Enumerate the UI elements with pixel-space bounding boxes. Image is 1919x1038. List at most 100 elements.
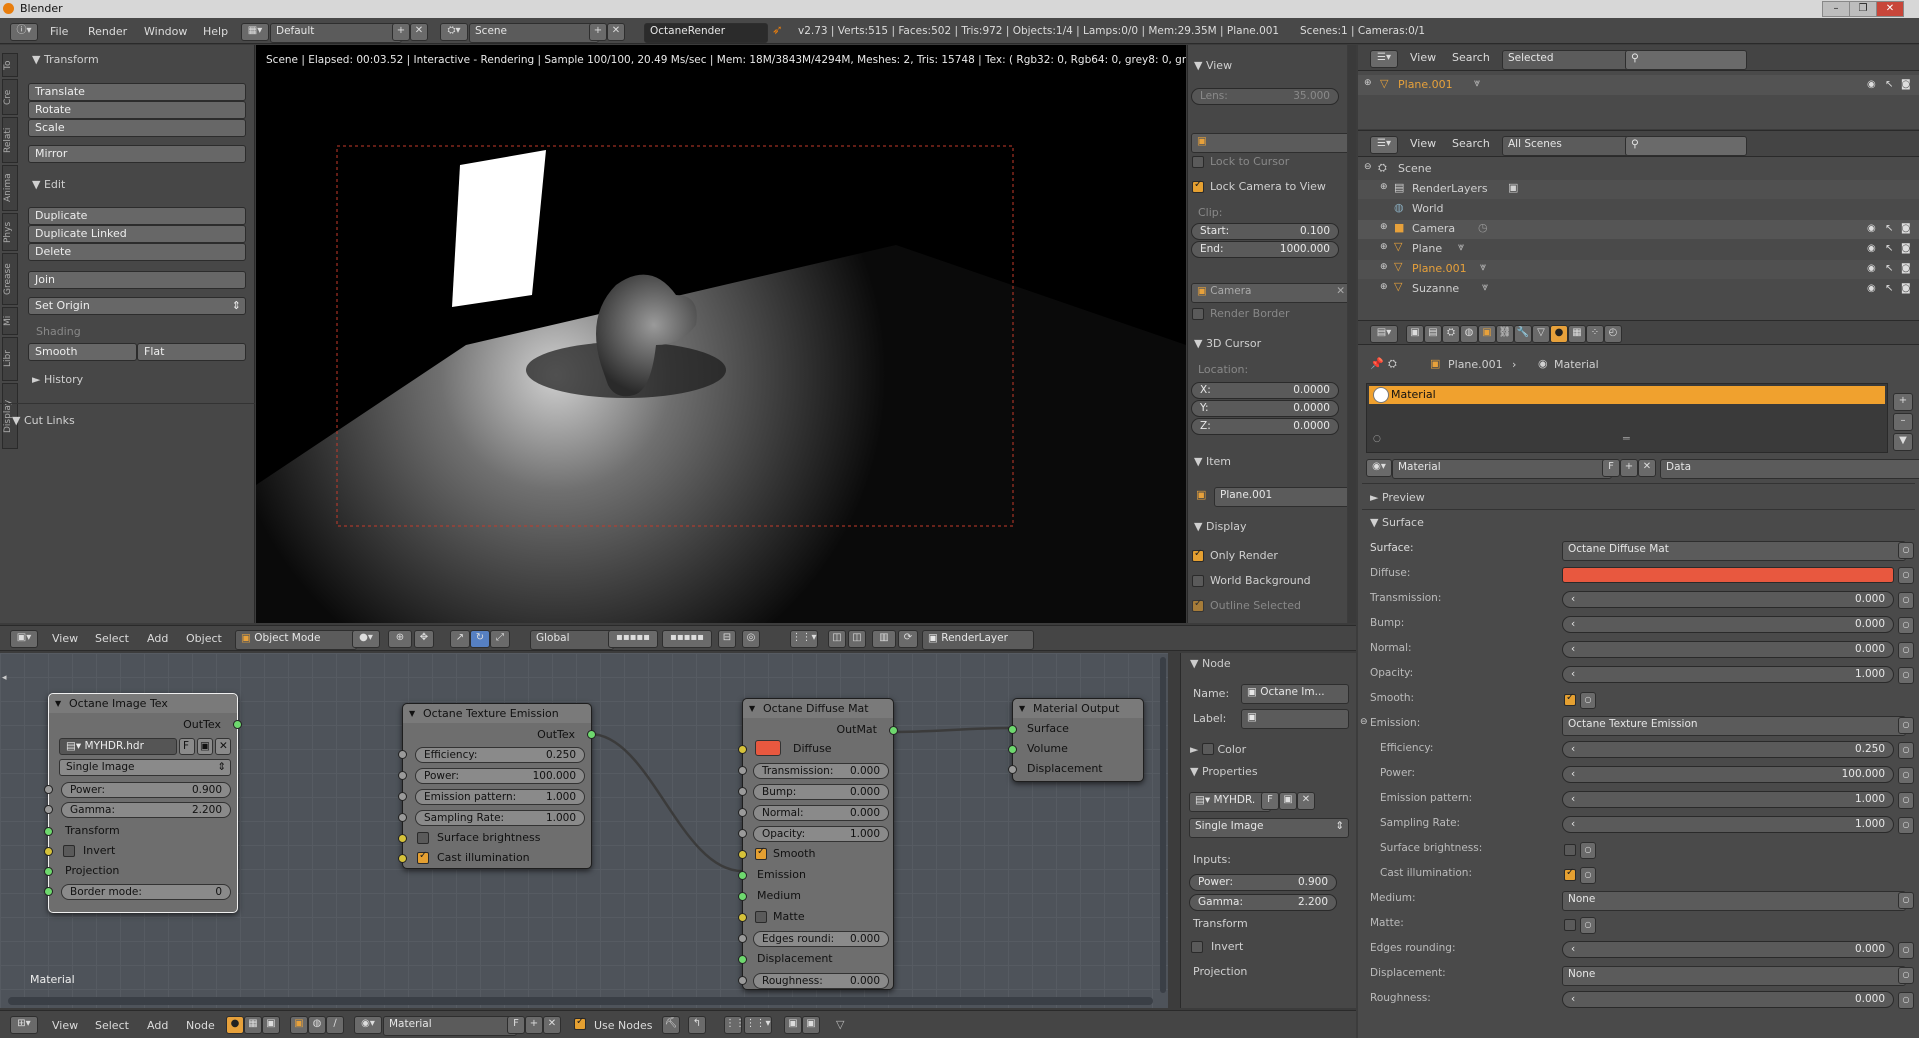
interaction-mode-selector[interactable]: ▣ Object Mode (235, 630, 357, 650)
item-panel-header[interactable]: ▼ Item (1194, 455, 1231, 468)
decrement-arrow-icon[interactable]: ‹ (1571, 767, 1575, 782)
display-panel-header[interactable]: ▼ Display (1194, 520, 1247, 533)
snap-element-icon[interactable]: ⋮⋮▾ (790, 630, 818, 648)
smooth-button[interactable]: Smooth (28, 343, 137, 361)
outliner-editor-icon[interactable]: ☰▾ (1370, 50, 1398, 68)
link-socket-icon[interactable]: ○ (1898, 667, 1914, 684)
tree-label[interactable]: World (1412, 202, 1444, 215)
decrement-arrow-icon[interactable]: ‹ (1571, 667, 1575, 682)
transmission-slider[interactable]: Transmission: 0.000 (753, 763, 889, 779)
visibility-eye-icon[interactable]: ◉ (1867, 283, 1876, 294)
breadcrumb-material[interactable]: Material (1554, 358, 1599, 371)
physics-tab-icon[interactable]: ◴ (1604, 325, 1622, 343)
texture-tab-icon[interactable]: ▦ (1568, 325, 1586, 343)
screen-layout-icon[interactable]: ▦▾ (241, 23, 269, 41)
visibility-eye-icon[interactable]: ◉ (1867, 263, 1876, 274)
surface-property-slider[interactable]: ‹ 0.000 (1562, 941, 1894, 958)
decrement-arrow-icon[interactable]: ‹ (1571, 742, 1575, 757)
material-slot-item[interactable]: Material (1369, 386, 1885, 404)
list-filter-icon[interactable]: ○ (1373, 434, 1381, 444)
paste-nodes-icon[interactable]: ▣ (802, 1016, 820, 1034)
proportional-edit-icon[interactable]: ◎ (742, 630, 760, 648)
link-socket-icon[interactable]: ○ (1898, 992, 1914, 1009)
node-panel-header[interactable]: ▼ Node (1190, 657, 1231, 670)
surface-property-dropdown[interactable]: Octane Diffuse Mat (1562, 541, 1906, 561)
collapse-icon[interactable]: ⊖ (1364, 162, 1372, 172)
link-socket-icon[interactable]: ○ (1898, 967, 1914, 984)
normal-slider[interactable]: Normal: 0.000 (753, 805, 889, 821)
lock-layers-icon[interactable]: ⊟ (718, 630, 736, 648)
duplicate-linked-button[interactable]: Duplicate Linked (28, 225, 246, 243)
visibility-eye-icon[interactable]: ◉ (1867, 223, 1876, 234)
pin-icon[interactable]: 📌 (1370, 357, 1384, 370)
cut-links-header[interactable]: ▼ Cut Links (12, 414, 75, 427)
outliner1-menu-view[interactable]: View (1410, 51, 1436, 64)
link-socket-icon[interactable]: ○ (1580, 867, 1596, 884)
node-octane-diffuse-mat[interactable]: Octane Diffuse Mat OutMat Diffuse Transm… (738, 698, 898, 990)
visibility-eye-icon[interactable]: ◉ (1867, 79, 1876, 90)
input-socket[interactable] (398, 792, 407, 801)
link-socket-icon[interactable]: ○ (1898, 817, 1914, 834)
surface-property-slider[interactable]: ‹ 0.000 (1562, 616, 1894, 633)
object-name-field[interactable]: Plane.001 (1214, 487, 1347, 507)
color-panel-header[interactable]: ► Color (1190, 741, 1246, 756)
parent-tree-icon[interactable]: ↰ (688, 1016, 706, 1034)
image-type-selector[interactable]: Single Image ⇕ (59, 759, 231, 776)
delete-button[interactable]: Delete (28, 243, 246, 261)
refresh-render-icon[interactable]: ⟳ (898, 630, 918, 648)
tree-row[interactable]: ⊕ ■ Camera ◷ ◉ ↖ ◙ (1358, 220, 1919, 239)
mirror-button[interactable]: Mirror (28, 145, 246, 163)
bump-slider[interactable]: Bump: 0.000 (753, 784, 889, 800)
node-material-field[interactable]: Material (383, 1016, 517, 1036)
fake-user-button[interactable]: F (507, 1016, 525, 1034)
fake-user-button[interactable]: F (179, 738, 195, 755)
render-camera-icon[interactable]: ◙ (1901, 283, 1911, 294)
open-image-icon[interactable]: ▣ (1279, 792, 1297, 810)
join-button[interactable]: Join (28, 271, 246, 289)
constraints-tab-icon[interactable]: ⛓ (1496, 325, 1514, 343)
line-style-icon[interactable]: ∕ (326, 1016, 344, 1034)
texture-nodes-icon[interactable]: ▦ (244, 1016, 262, 1034)
unlink-image-icon[interactable]: ✕ (1297, 792, 1315, 810)
remove-slot-icon[interactable]: – (1893, 413, 1913, 431)
shader-nodes-icon[interactable]: ● (226, 1016, 244, 1034)
opengl-anim-icon[interactable]: ◫ (848, 630, 866, 648)
backdrop-icon[interactable]: ⛏ (662, 1016, 680, 1034)
invert-checkbox[interactable] (63, 845, 75, 857)
node-title[interactable]: Octane Diffuse Mat (743, 699, 893, 718)
opengl-render-icon[interactable]: ◫ (828, 630, 846, 648)
surface-panel-header[interactable]: ▼ Surface (1370, 516, 1424, 529)
roughness-slider[interactable]: Roughness: 0.000 (753, 973, 889, 989)
cursor-y-field[interactable]: Y: 0.0000 (1191, 400, 1339, 417)
input-socket[interactable] (738, 808, 747, 817)
set-origin-dropdown[interactable]: Set Origin ⇕ (28, 297, 246, 315)
viewport-menu-object[interactable]: Object (186, 632, 222, 645)
input-socket[interactable] (738, 892, 747, 901)
node-name-field[interactable]: ▣ Octane Im... (1241, 684, 1349, 704)
render-preview-icon[interactable]: ▥ (872, 630, 896, 648)
tree-row[interactable]: ⊕ ▽ Plane.001 ⩔ ◉ ↖ ◙ (1358, 260, 1919, 279)
unlink-material-icon[interactable]: ✕ (1638, 459, 1656, 477)
properties-editor-icon[interactable]: ▤▾ (1370, 325, 1398, 343)
node-editor-v-scrollbar[interactable] (1160, 657, 1166, 993)
surface-property-slider[interactable]: ‹ 1.000 (1562, 816, 1894, 833)
power-slider[interactable]: Power: 0.900 (61, 782, 231, 798)
tree-label[interactable]: Plane.001 (1412, 262, 1467, 275)
decrement-arrow-icon[interactable]: ‹ (1571, 992, 1575, 1007)
link-socket-icon[interactable]: ○ (1898, 942, 1914, 959)
surface-input-socket[interactable] (1008, 725, 1017, 734)
3d-cursor-panel-header[interactable]: ▼ 3D Cursor (1194, 337, 1261, 350)
node-editor-canvas[interactable]: ◂ Octane Image Tex OutTex ▤▾ MYHDR.hdr F… (0, 653, 1168, 1008)
link-selector[interactable]: Data (1660, 459, 1919, 479)
flat-button[interactable]: Flat (137, 343, 246, 361)
fake-user-button[interactable]: F (1261, 792, 1279, 810)
history-panel-header[interactable]: ► History (32, 373, 83, 386)
render-engine-selector[interactable]: OctaneRender (644, 23, 768, 43)
expand-icon[interactable]: ⊕ (1380, 282, 1388, 292)
scene-tab-icon[interactable]: ⛭ (1442, 325, 1460, 343)
input-socket[interactable] (44, 867, 53, 876)
node-menu-node[interactable]: Node (186, 1019, 215, 1032)
expand-icon[interactable]: ⊕ (1380, 262, 1388, 272)
link-socket-icon[interactable]: ○ (1898, 567, 1914, 584)
outliner1-filter-selector[interactable]: Selected (1502, 50, 1629, 70)
